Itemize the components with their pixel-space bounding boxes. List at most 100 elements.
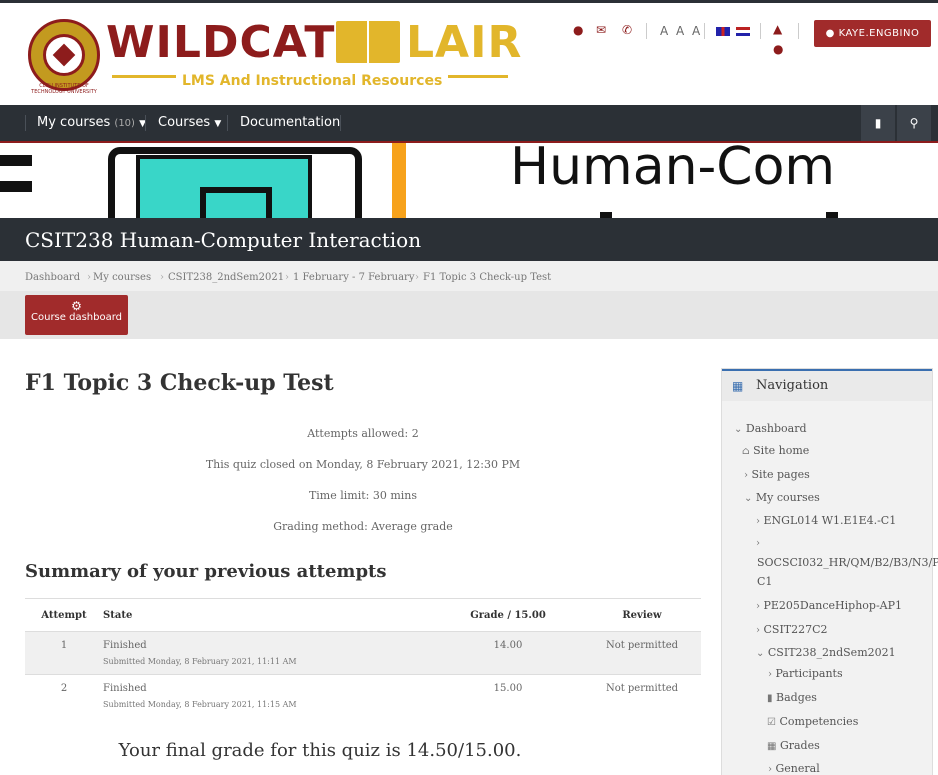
nav-node-badges[interactable]: ▮ Badges: [767, 691, 817, 704]
user-menu-label: KAYE.ENGBINO: [838, 28, 920, 39]
column-grade: Grade / 15.00: [433, 598, 583, 632]
table-row: 1 Finished Submitted Monday, 8 February …: [25, 631, 701, 675]
main-navbar: My courses (10) ▼ Courses ▼ Documentatio…: [0, 105, 938, 141]
course-dashboard-strip: ⚙ Course dashboard: [0, 291, 938, 339]
nav-my-courses-label: My courses: [37, 115, 111, 130]
sitemap-icon: ▦: [732, 379, 744, 393]
nav-node-course[interactable]: › PE205DanceHiphop-AP1: [756, 599, 902, 612]
attempt-review: Not permitted: [583, 674, 701, 718]
chevron-right-icon: ›: [756, 538, 760, 549]
nav-node-course-label[interactable]: SOCSCI032_HR/QM/B2/B3/N3/P1/K2-C1: [757, 553, 938, 591]
breadcrumb-my-courses[interactable]: My courses: [93, 272, 151, 283]
column-state: State: [103, 598, 433, 632]
uk-flag-icon[interactable]: [716, 27, 730, 36]
brand-name-left: WILDCATS: [106, 17, 369, 68]
nav-node-competencies[interactable]: ☑ Competencies: [767, 715, 858, 728]
column-review: Review: [583, 598, 701, 632]
shield-icon: ▮: [767, 693, 773, 704]
nav-node-label: Site home: [753, 444, 810, 457]
breadcrumb-separator: ›: [415, 272, 419, 283]
quiz-closed-date: This quiz closed on Monday, 8 February 2…: [205, 458, 521, 471]
divider: [340, 115, 341, 131]
breadcrumb-dashboard[interactable]: Dashboard: [25, 272, 80, 283]
course-dashboard-label: Course dashboard: [31, 312, 122, 323]
nav-node-label: My courses: [755, 491, 820, 504]
breadcrumb-section[interactable]: 1 February - 7 February: [293, 272, 414, 283]
nav-node-my-courses[interactable]: ⌄ My courses: [744, 491, 820, 504]
time-limit: Time limit: 30 mins: [308, 489, 418, 502]
nav-node-site-home[interactable]: ⌂ Site home: [742, 444, 809, 457]
attempts-table: Attempt State Grade / 15.00 Review 1 Fin…: [25, 598, 701, 718]
nav-node-participants[interactable]: › Participants: [768, 667, 843, 680]
attempt-review: Not permitted: [583, 631, 701, 675]
nav-node-label: CSIT238_2ndSem2021: [767, 646, 896, 659]
chevron-right-icon: ›: [744, 470, 748, 481]
nav-node-general[interactable]: › General: [768, 762, 820, 775]
checkbox-icon: ☑: [767, 717, 776, 728]
divider: [145, 115, 146, 131]
site-logo[interactable]: CEBU INSTITUTE OF TECHNOLOGY UNIVERSITY …: [26, 17, 521, 97]
chevron-right-icon: ›: [768, 669, 772, 680]
user-menu-button[interactable]: ● KAYE.ENGBINO: [814, 20, 931, 47]
envelope-icon[interactable]: ✉: [596, 23, 606, 39]
navigation-block-header[interactable]: ▦ Navigation: [722, 369, 932, 401]
breadcrumb-current[interactable]: F1 Topic 3 Check-up Test: [423, 272, 551, 283]
nav-node-label: General: [775, 762, 820, 775]
chevron-right-icon: ›: [756, 625, 760, 636]
attempt-number: 2: [25, 674, 103, 718]
chat-icon[interactable]: ●: [773, 42, 783, 58]
nav-my-courses-count: (10): [114, 118, 135, 129]
brand-name-right: LAIR: [406, 17, 523, 68]
grading-method: Grading method: Average grade: [273, 520, 453, 533]
search-icon[interactable]: ⚲: [897, 105, 931, 141]
site-header: CEBU INSTITUTE OF TECHNOLOGY UNIVERSITY …: [0, 3, 938, 105]
bell-icon[interactable]: ▲: [773, 22, 782, 38]
divider: [25, 115, 26, 131]
nav-node-course[interactable]: › ENGL014 W1.E1E4.-C1: [756, 514, 896, 527]
brand-tagline: LMS And Instructional Resources: [176, 73, 449, 89]
chevron-down-icon: ⌄: [756, 648, 765, 659]
font-size-selector[interactable]: A A A: [660, 24, 702, 38]
attempt-state: Finished Submitted Monday, 8 February 20…: [103, 674, 433, 718]
chevron-down-icon: ⌄: [734, 424, 743, 435]
attempts-allowed: Attempts allowed: 2: [307, 427, 419, 440]
course-header: CSIT238 Human-Computer Interaction: [0, 218, 938, 261]
course-banner-image: Human-Com: [0, 143, 938, 218]
table-header-row: Attempt State Grade / 15.00 Review: [25, 598, 701, 632]
gears-icon: ⚙: [71, 299, 82, 313]
nav-courses-label: Courses: [158, 115, 211, 130]
nav-node-site-pages[interactable]: › Site pages: [744, 468, 810, 481]
nav-node-label: Badges: [776, 691, 817, 704]
state-label: Finished: [103, 683, 147, 694]
breadcrumb-course[interactable]: CSIT238_2ndSem2021: [168, 272, 284, 283]
nav-node-label: Grades: [779, 739, 820, 752]
submitted-date: Submitted Monday, 8 February 2021, 11:11…: [103, 657, 297, 666]
column-attempt: Attempt: [25, 598, 103, 632]
breadcrumb-separator: ›: [285, 272, 289, 283]
nav-node-course[interactable]: ›: [756, 536, 760, 549]
nav-my-courses[interactable]: My courses (10) ▼: [37, 115, 146, 130]
divider: [646, 23, 647, 39]
nav-node-label: Site pages: [751, 468, 810, 481]
nav-node-label: Dashboard: [745, 422, 807, 435]
nav-documentation[interactable]: Documentation: [240, 115, 340, 130]
us-flag-icon[interactable]: [736, 27, 750, 36]
nav-node-current-course[interactable]: ⌄ CSIT238_2ndSem2021: [756, 646, 896, 659]
nav-node-grades[interactable]: ▦ Grades: [767, 739, 820, 752]
chevron-right-icon: ›: [756, 516, 760, 527]
university-seal-icon: [28, 19, 100, 91]
seal-text: CEBU INSTITUTE OF TECHNOLOGY UNIVERSITY: [31, 83, 97, 95]
course-dashboard-button[interactable]: ⚙ Course dashboard: [25, 295, 128, 335]
nav-node-label: PE205DanceHiphop-AP1: [763, 599, 903, 612]
bookmark-icon[interactable]: ▮: [861, 105, 895, 141]
chevron-down-icon: ⌄: [744, 493, 753, 504]
nav-node-course[interactable]: › CSIT227C2: [756, 623, 828, 636]
map-marker-icon[interactable]: ●: [573, 23, 583, 39]
phone-icon[interactable]: ✆: [622, 23, 632, 39]
nav-node-dashboard[interactable]: ⌄ Dashboard: [734, 422, 807, 435]
nav-courses[interactable]: Courses ▼: [158, 115, 221, 130]
book-icon: [336, 21, 400, 63]
divider: [227, 115, 228, 131]
breadcrumb: Dashboard › My courses › CSIT238_2ndSem2…: [0, 261, 938, 293]
chevron-down-icon: ▼: [214, 119, 222, 129]
